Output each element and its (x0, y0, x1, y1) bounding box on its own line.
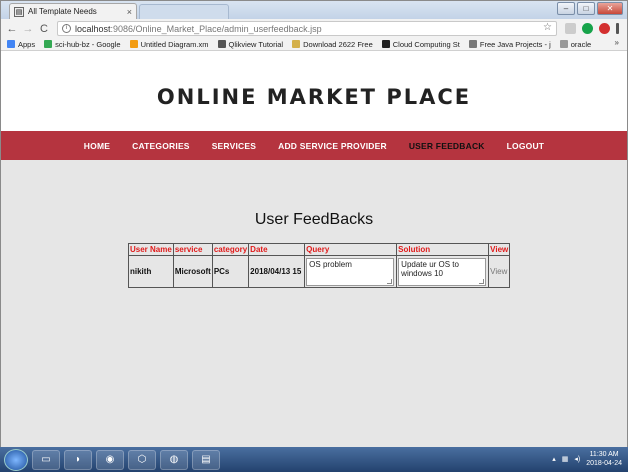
nav-logout[interactable]: LOGOUT (507, 141, 545, 151)
cell-category: PCs (211, 255, 250, 288)
col-service: service (172, 243, 213, 256)
drawio-icon (129, 40, 138, 48)
page-content: ONLINE MARKET PLACE HOME CATEGORIES SERV… (1, 51, 627, 447)
cell-view: View (488, 255, 511, 288)
bookmark-label: Cloud Computing St (392, 39, 460, 49)
page-favicon-icon: ▤ (14, 6, 24, 17)
start-button[interactable] (4, 448, 28, 471)
address-bar[interactable]: i localhost:9086/Online_Market_Place/adm… (57, 21, 557, 36)
system-tray: ▴ ▦ ◂) 11:30 AM 2018-04-24 (552, 450, 622, 468)
tray-arrow-icon[interactable]: ▴ (552, 455, 556, 463)
back-icon[interactable]: ← (5, 23, 19, 35)
clock-time: 11:30 AM (589, 451, 619, 458)
cell-user: nikith (128, 255, 174, 288)
site-header: ONLINE MARKET PLACE (1, 51, 627, 131)
menu-icon[interactable] (616, 23, 619, 34)
nav-services[interactable]: SERVICES (212, 141, 256, 151)
table-row: nikith Microsoft PCs 2018/04/13 15 OS pr… (128, 255, 511, 288)
minimize-button[interactable]: – (557, 2, 575, 15)
nav-user-feedback[interactable]: USER FEEDBACK (409, 141, 485, 151)
table-header-row: User Name service category Date Query So… (128, 243, 511, 256)
network-icon[interactable]: ▦ (562, 455, 569, 463)
main-nav: HOME CATEGORIES SERVICES ADD SERVICE PRO… (1, 131, 627, 160)
bookmark-download[interactable]: Download 2622 Free (292, 40, 373, 49)
col-category: category (211, 243, 250, 256)
clock[interactable]: 11:30 AM 2018-04-24 (586, 450, 622, 468)
bookmark-label: Apps (18, 39, 36, 49)
clock-date: 2018-04-24 (586, 460, 622, 467)
extension-icon[interactable] (565, 23, 576, 34)
extensions (565, 23, 619, 34)
site-title: ONLINE MARKET PLACE (156, 85, 472, 109)
col-query: Query (304, 243, 398, 256)
info-icon[interactable]: i (62, 24, 71, 33)
apps-icon (7, 40, 15, 48)
url-text: localhost:9086/Online_Market_Place/admin… (75, 24, 322, 34)
url-path: :9086/Online_Market_Place/admin_userfeed… (110, 23, 322, 34)
java-site-icon (468, 40, 477, 48)
bookmark-label: Qlikview Tutorial (228, 39, 284, 49)
bookmarks-more-icon[interactable]: » (615, 38, 619, 47)
nav-home[interactable]: HOME (84, 141, 110, 151)
bookmarks-bar: Apps sci-hub-bz - Google Untitled Diagra… (1, 38, 627, 51)
nav-categories[interactable]: CATEGORIES (132, 141, 190, 151)
nav-add-service-provider[interactable]: ADD SERVICE PROVIDER (278, 141, 387, 151)
col-view: View (488, 243, 511, 256)
view-link[interactable]: View (490, 267, 507, 276)
bookmark-label: Free Java Projects - j (479, 39, 551, 49)
title-bar: ▤ All Template Needs × – □ ✕ (1, 1, 627, 19)
chrome-app-icon[interactable]: ◉ (96, 449, 124, 470)
cell-solution: Update ur OS to windows 10 (396, 255, 490, 288)
bookmark-label: oracle (570, 39, 592, 49)
reload-icon[interactable]: C (37, 23, 51, 35)
page-icon (559, 40, 568, 48)
bookmark-label: Untitled Diagram.xm (140, 39, 209, 49)
browser-tab[interactable]: ▤ All Template Needs × (9, 3, 137, 19)
close-window-button[interactable]: ✕ (597, 2, 623, 15)
cell-query: OS problem (304, 255, 398, 288)
opera-icon[interactable] (599, 23, 610, 34)
bookmark-cloud-computing[interactable]: Cloud Computing St (381, 39, 460, 49)
folder-icon (292, 40, 301, 48)
bookmark-label: Download 2622 Free (303, 39, 373, 49)
col-date: Date (248, 243, 306, 256)
taskbar: ▭ ◗ ◉ ⬡ ◍ ▤ ▴ ▦ ◂) 11:30 AM 2018-04-24 (0, 447, 628, 472)
query-textarea[interactable]: OS problem (306, 257, 395, 286)
col-user-name: User Name (128, 243, 174, 256)
bookmark-apps[interactable]: Apps (7, 40, 35, 49)
col-solution: Solution (396, 243, 490, 256)
window-controls: – □ ✕ (557, 2, 623, 15)
feedback-title: User FeedBacks (254, 211, 374, 228)
bookmark-free-java[interactable]: Free Java Projects - j (468, 39, 551, 49)
google-icon (44, 40, 53, 48)
tab-title: All Template Needs (28, 7, 97, 16)
explorer-app-icon[interactable]: ▭ (32, 449, 60, 470)
virtualbox-app-icon[interactable]: ⬡ (128, 449, 156, 470)
browser-tab-background[interactable] (139, 4, 229, 19)
cell-date: 2018/04/13 15 (248, 255, 306, 288)
qlikview-icon (217, 40, 226, 48)
solution-textarea[interactable]: Update ur OS to windows 10 (398, 257, 487, 286)
cell-service: Microsoft (172, 255, 213, 288)
browser-toolbar: ← → C i localhost:9086/Online_Market_Pla… (1, 19, 627, 38)
maximize-button[interactable]: □ (577, 2, 595, 15)
bookmark-untitled-diagram[interactable]: Untitled Diagram.xm (129, 39, 209, 49)
grammarly-icon[interactable] (582, 23, 593, 34)
bookmark-oracle[interactable]: oracle (559, 39, 592, 49)
feedback-table: User Name service category Date Query So… (128, 243, 511, 288)
word-app-icon[interactable]: ▤ (192, 449, 220, 470)
bookmark-label: sci-hub-bz - Google (55, 39, 121, 49)
bookmark-star-icon[interactable]: ☆ (543, 22, 552, 33)
qlikview-app-icon[interactable]: ◍ (160, 449, 188, 470)
tab-close-icon[interactable]: × (127, 7, 132, 17)
cloud-site-icon (381, 40, 390, 48)
bookmark-sci-hub[interactable]: sci-hub-bz - Google (44, 39, 121, 49)
eclipse-app-icon[interactable]: ◗ (64, 449, 92, 470)
bookmark-qlikview[interactable]: Qlikview Tutorial (217, 39, 284, 49)
url-host: localhost (75, 23, 111, 34)
volume-icon[interactable]: ◂) (574, 455, 580, 463)
forward-icon[interactable]: → (21, 23, 35, 35)
